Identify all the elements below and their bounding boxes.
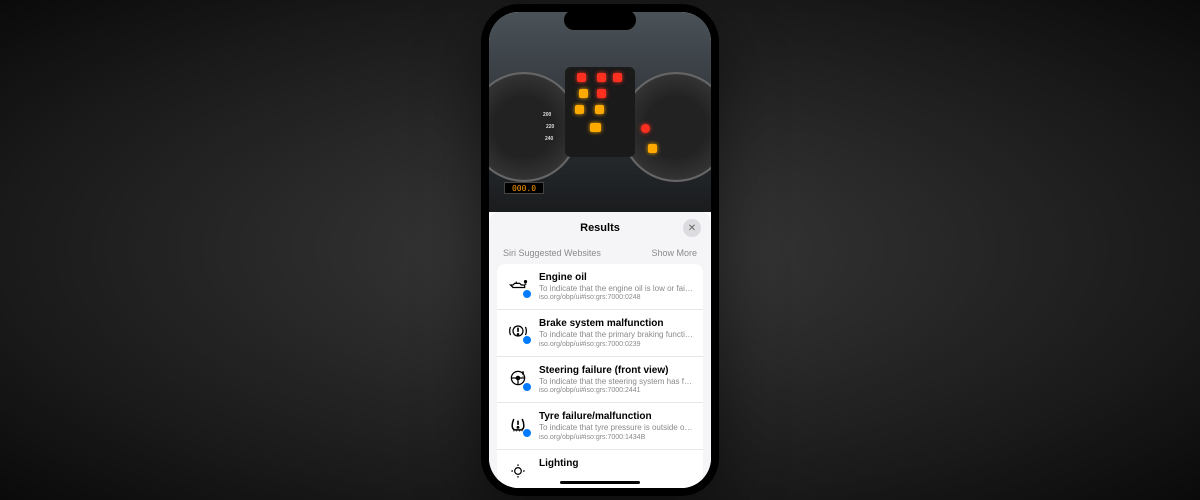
result-description: To indicate that tyre pressure is outsid… — [539, 423, 693, 433]
engine-warning-icon — [579, 89, 588, 98]
dashboard-photo: 200 220 240 000.0 — [489, 12, 711, 212]
abs-warning-icon — [595, 105, 604, 114]
dynamic-island — [564, 10, 636, 30]
result-title: Engine oil — [539, 272, 693, 283]
screen: 200 220 240 000.0 Results — [489, 12, 711, 488]
tpms-warning-icon — [575, 105, 584, 114]
tick-label: 200 — [543, 112, 551, 118]
home-indicator[interactable] — [560, 481, 640, 484]
result-url: iso.org/obp/ui#iso:grs:7000:1434B — [539, 434, 693, 441]
result-title: Tyre failure/malfunction — [539, 411, 693, 422]
results-sheet: Results ✕ Siri Suggested Websites Show M… — [489, 212, 711, 488]
temp-warning-icon — [597, 73, 606, 82]
close-icon: ✕ — [688, 223, 696, 234]
warning-light-icon — [641, 124, 650, 133]
safari-badge-icon — [522, 289, 532, 299]
tick-label: 220 — [546, 124, 554, 130]
result-item-tyre[interactable]: Tyre failure/malfunction To indicate tha… — [497, 403, 703, 449]
warning-light-icon — [648, 144, 657, 153]
safari-badge-icon — [522, 428, 532, 438]
result-text: Tyre failure/malfunction To indicate tha… — [539, 411, 693, 440]
result-item-brake[interactable]: Brake system malfunction To indicate tha… — [497, 310, 703, 356]
show-more-button[interactable]: Show More — [651, 248, 697, 258]
safari-badge-icon — [522, 382, 532, 392]
odometer-display: 000.0 — [504, 182, 544, 194]
sheet-title: Results — [580, 222, 620, 234]
brake-malfunction-icon — [507, 320, 529, 342]
battery-warning-icon — [577, 73, 586, 82]
center-warning-cluster — [565, 67, 635, 157]
result-url: iso.org/obp/ui#iso:grs:7000:2441 — [539, 387, 693, 394]
safari-badge-icon — [522, 335, 532, 345]
gear-warning-icon — [590, 123, 601, 132]
result-description: To indicate that the primary braking fun… — [539, 330, 693, 340]
sheet-header: Results ✕ — [489, 212, 711, 242]
section-header: Siri Suggested Websites Show More — [489, 242, 711, 264]
lighting-icon — [507, 460, 529, 482]
tick-label: 240 — [545, 136, 553, 142]
result-text: Brake system malfunction To indicate tha… — [539, 318, 693, 347]
engine-oil-icon — [507, 274, 529, 296]
iphone-frame: 200 220 240 000.0 Results — [481, 4, 719, 496]
result-text: Engine oil To indicate that the engine o… — [539, 272, 693, 301]
close-button[interactable]: ✕ — [683, 219, 701, 237]
results-list: Engine oil To indicate that the engine o… — [497, 264, 703, 488]
section-label: Siri Suggested Websites — [503, 248, 601, 258]
result-title: Steering failure (front view) — [539, 365, 693, 376]
tyre-failure-icon — [507, 413, 529, 435]
oil-warning-icon — [613, 73, 622, 82]
result-title: Brake system malfunction — [539, 318, 693, 329]
result-item-engine-oil[interactable]: Engine oil To indicate that the engine o… — [497, 264, 703, 310]
result-text: Lighting — [539, 458, 693, 470]
result-title: Lighting — [539, 458, 693, 469]
result-url: iso.org/obp/ui#iso:grs:7000:0239 — [539, 341, 693, 348]
result-description: To indicate that the steering system has… — [539, 377, 693, 387]
steering-failure-icon — [507, 367, 529, 389]
result-description: To indicate that the engine oil is low o… — [539, 284, 693, 294]
result-text: Steering failure (front view) To indicat… — [539, 365, 693, 394]
brake-warning-icon — [597, 89, 606, 98]
result-url: iso.org/obp/ui#iso:grs:7000:0248 — [539, 294, 693, 301]
result-item-steering[interactable]: Steering failure (front view) To indicat… — [497, 357, 703, 403]
